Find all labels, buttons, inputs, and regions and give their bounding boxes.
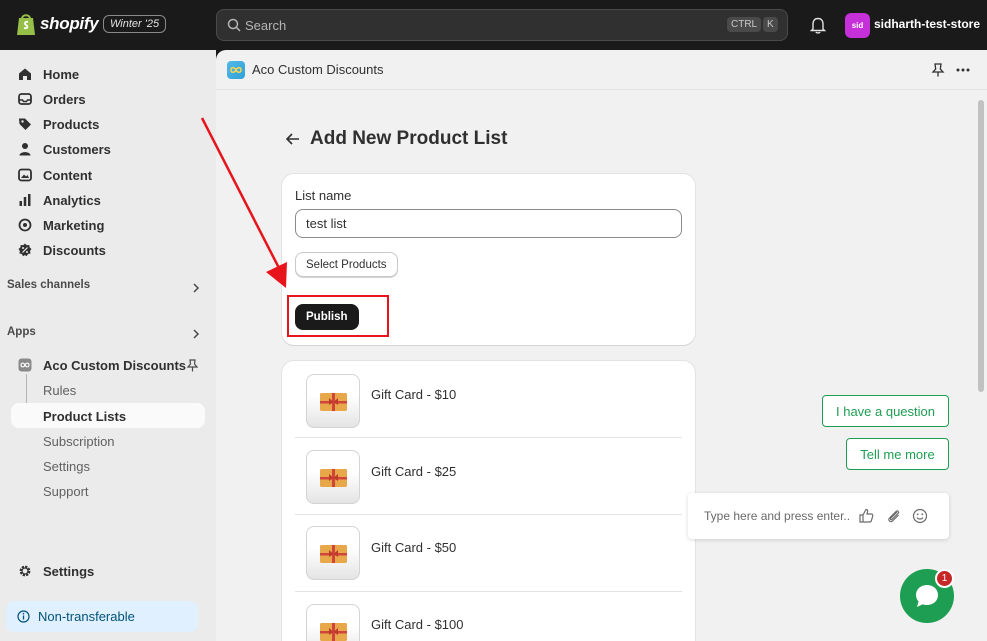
product-name: Gift Card - $50 [371,540,457,555]
sidebar-item-label: Content [43,168,93,183]
sidebar-item-analytics[interactable]: Analytics [18,190,101,210]
question-button[interactable]: I have a question [822,395,949,427]
main-content: Aco Custom Discounts Add New Product Lis… [216,50,987,641]
more-options-icon[interactable] [956,68,970,72]
sidebar-app-aco[interactable]: Aco Custom Discounts [18,355,200,375]
shopify-bag-icon [17,14,35,35]
sidebar-item-products[interactable]: Products [18,114,99,134]
sidebar-item-label: Settings [43,564,95,579]
product-thumbnail [306,450,360,504]
list-item[interactable]: Gift Card - $100 [295,592,682,641]
store-name[interactable]: sidharth-test-store [874,17,980,31]
top-bar: shopify Winter '25 Search CTRL K sid sid… [0,0,987,50]
sidebar-item-label: Products [43,117,100,132]
sidebar-item-discounts[interactable]: Discounts [18,240,106,260]
gift-card-icon [320,393,347,411]
thumbs-up-icon[interactable] [858,508,874,524]
shortcut-k: K [763,17,778,32]
target-icon [18,218,32,232]
emoji-icon[interactable] [912,508,928,524]
sidebar-subitem-support[interactable]: Support [43,484,89,499]
list-item[interactable]: Gift Card - $10 [295,361,682,438]
app-name-label: Aco Custom Discounts [43,358,187,373]
bell-icon[interactable] [810,16,826,34]
gift-card-icon [320,623,347,641]
brand-name: shopify [40,14,99,33]
non-transferable-label: Non-transferable [38,609,135,624]
sidebar-subitem-subscription[interactable]: Subscription [43,434,115,449]
shopify-logo[interactable]: shopify [16,12,99,36]
list-name-input[interactable] [295,209,682,238]
sales-channels-heading[interactable]: Sales channels [7,279,90,291]
sidebar-item-settings[interactable]: Settings [18,561,94,581]
sidebar-item-label: Home [43,67,80,82]
list-name-label: List name [295,188,352,203]
sidebar-item-label: Discounts [43,243,106,258]
gift-card-icon [320,545,347,563]
publish-highlight-box [287,295,389,337]
select-products-button[interactable]: Select Products [295,252,398,277]
discount-icon [18,243,32,257]
chat-input-box[interactable]: Type here and press enter.. [688,493,949,539]
sidebar-subitem-product-lists[interactable]: Product Lists [43,409,126,424]
shortcut-ctrl: CTRL [727,17,762,32]
search-placeholder: Search [245,18,287,33]
chat-bubble-icon [916,585,938,607]
gift-card-icon [320,469,347,487]
sidebar-item-orders[interactable]: Orders [18,89,86,109]
list-item[interactable]: Gift Card - $25 [295,438,682,515]
product-thumbnail [306,604,360,641]
annotation-arrow [200,117,287,288]
sidebar: Home Orders Products Customers Content A… [0,50,216,641]
sidebar-item-label: Customers [43,142,111,157]
search-icon [227,18,241,32]
app-logo-icon [18,358,32,372]
info-icon [17,610,30,623]
home-icon [19,68,31,80]
sidebar-subitem-rules[interactable]: Rules [43,383,76,398]
product-list-card: Gift Card - $10 Gift Card - $25 Gift Car… [282,361,695,641]
non-transferable-banner[interactable]: Non-transferable [6,601,198,632]
pin-icon[interactable] [931,63,945,77]
sidebar-item-label: Marketing [43,218,105,233]
product-thumbnail [306,526,360,580]
paperclip-icon[interactable] [886,508,902,524]
search-bar[interactable]: Search CTRL K [216,9,788,41]
pin-icon[interactable] [187,359,198,372]
person-icon [19,143,31,156]
product-thumbnail [306,374,360,428]
apps-heading[interactable]: Apps [7,326,36,338]
edition-badge[interactable]: Winter '25 [103,15,167,33]
sidebar-item-marketing[interactable]: Marketing [18,215,104,235]
sidebar-item-home[interactable]: Home [18,64,79,84]
sidebar-subitem-settings[interactable]: Settings [43,459,90,474]
sidebar-item-label: Orders [43,92,86,107]
tag-icon [19,118,31,130]
product-name: Gift Card - $10 [371,387,457,402]
inbox-icon [18,93,32,105]
chart-icon [19,194,31,206]
app-title: Aco Custom Discounts [252,62,384,77]
chat-input-placeholder: Type here and press enter.. [704,509,851,523]
gear-icon [19,565,31,577]
notification-badge: 1 [935,569,954,588]
list-item[interactable]: Gift Card - $50 [295,515,682,592]
scrollbar[interactable] [975,90,987,641]
sidebar-item-label: Analytics [43,193,101,208]
content-icon [18,168,32,182]
chevron-right-icon[interactable] [191,329,201,339]
product-name: Gift Card - $25 [371,464,457,479]
sidebar-item-customers[interactable]: Customers [18,139,111,159]
sidebar-item-content[interactable]: Content [18,165,92,185]
product-name: Gift Card - $100 [371,617,464,632]
avatar[interactable]: sid [845,13,870,38]
app-header: Aco Custom Discounts [216,50,987,90]
scrollbar-thumb[interactable] [978,100,984,392]
tell-me-more-button[interactable]: Tell me more [846,438,949,470]
app-logo-icon [227,61,245,79]
page-title: Add New Product List [310,128,508,149]
